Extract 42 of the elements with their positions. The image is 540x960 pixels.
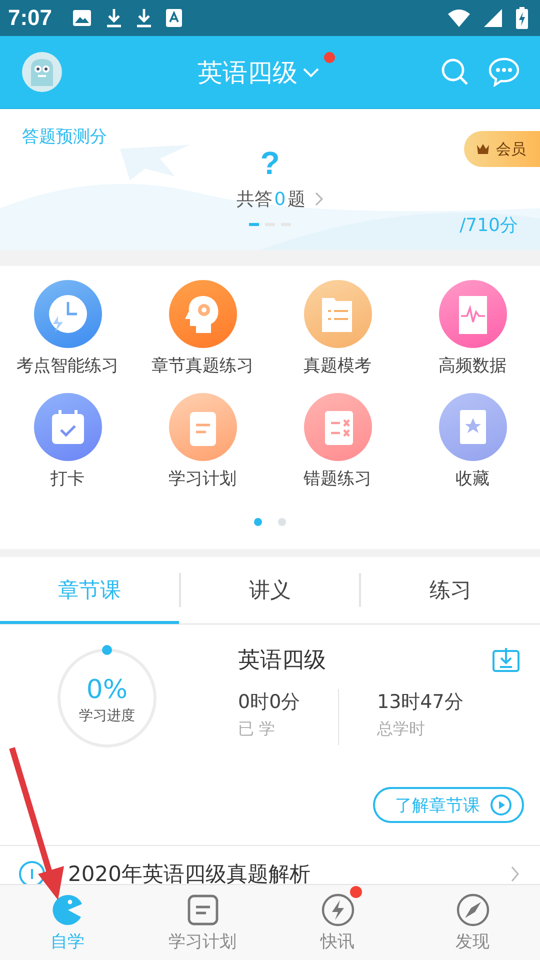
stat-value: 13时47分 — [377, 690, 464, 715]
crown-icon — [476, 143, 490, 155]
feature-item[interactable]: 真题模考 — [270, 280, 405, 377]
wifi-icon — [448, 9, 470, 27]
course-title: 英语四级 — [238, 647, 326, 675]
search-icon[interactable] — [440, 57, 470, 87]
stat-label: 已 学 — [238, 719, 276, 740]
signal-icon — [484, 9, 502, 27]
chevron-down-icon[interactable] — [302, 66, 320, 78]
feature-item[interactable]: 章节真题练习 — [135, 280, 270, 377]
clock-time: 7:07 — [8, 5, 52, 31]
progress-percent: 0% — [86, 675, 128, 705]
font-icon — [166, 9, 182, 27]
total-score: /710分 — [460, 214, 518, 237]
stat-label: 总学时 — [377, 719, 426, 740]
download-icon[interactable] — [492, 647, 520, 673]
compass-icon — [454, 892, 490, 928]
avatar-icon[interactable] — [22, 52, 62, 92]
play-icon — [490, 794, 512, 816]
member-button[interactable]: 会员 — [464, 131, 540, 167]
feature-item[interactable]: 打卡 — [0, 393, 135, 490]
stat-value: 0时0分 — [238, 690, 302, 715]
tab[interactable]: 讲义 — [180, 558, 360, 624]
lightning-icon — [320, 892, 356, 928]
feature-item[interactable]: 学习计划 — [135, 393, 270, 490]
feature-item[interactable]: 错题练习 — [270, 393, 405, 490]
score-label: 答题预测分 — [22, 126, 107, 148]
chevron-right-icon[interactable] — [314, 191, 324, 207]
chevron-right-icon[interactable] — [510, 865, 520, 883]
image-icon — [72, 9, 92, 27]
feature-item[interactable]: 高频数据 — [405, 280, 540, 377]
feature-item[interactable]: 收藏 — [405, 393, 540, 490]
battery-icon — [516, 7, 528, 29]
section-title[interactable]: 2020年英语四级真题解析 — [68, 860, 488, 884]
tab[interactable]: 练习 — [361, 558, 540, 624]
download-icon — [136, 8, 152, 28]
progress-label: 学习进度 — [79, 707, 135, 725]
message-icon[interactable] — [488, 57, 520, 87]
download-icon — [106, 8, 122, 28]
answered-count-link[interactable]: 共答0题 — [216, 187, 324, 211]
feature-item[interactable]: 考点智能练习 — [0, 280, 135, 377]
predicted-score: ? — [260, 145, 280, 181]
